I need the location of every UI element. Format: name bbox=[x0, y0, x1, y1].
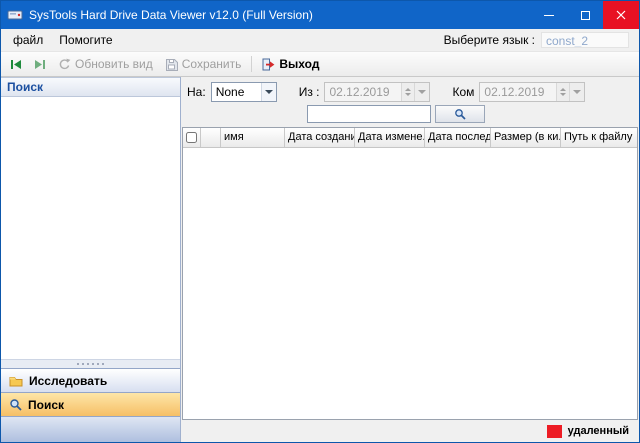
date-to-value: 02.12.2019 bbox=[484, 85, 545, 99]
magnifier-icon bbox=[455, 109, 466, 120]
select-all-cell bbox=[183, 128, 201, 147]
date-from-field[interactable]: 02.12.2019 bbox=[324, 82, 431, 102]
criteria-row-1: На: None Из : 02.12.2019 Ком 02.12.2019 bbox=[187, 81, 633, 103]
menu-file[interactable]: файл bbox=[5, 31, 51, 49]
maximize-button[interactable] bbox=[567, 1, 603, 29]
column-file-icon[interactable] bbox=[201, 128, 221, 147]
minimize-icon bbox=[544, 14, 554, 16]
filter-type-dropdown[interactable]: None bbox=[210, 82, 277, 102]
table-body[interactable] bbox=[183, 148, 637, 419]
language-select[interactable]: const_2 bbox=[541, 32, 629, 48]
column-size[interactable]: Размер (в ки... bbox=[491, 128, 561, 147]
exit-label: Выход bbox=[279, 57, 320, 71]
chevron-down-icon[interactable] bbox=[260, 83, 276, 101]
main-panel: На: None Из : 02.12.2019 Ком 02.12.2019 bbox=[181, 77, 639, 442]
toolbar-separator bbox=[251, 56, 253, 72]
search-nav-label: Поиск bbox=[28, 397, 65, 412]
column-name[interactable]: имя bbox=[221, 128, 285, 147]
select-all-checkbox[interactable] bbox=[186, 132, 197, 143]
titlebar: SysTools Hard Drive Data Viewer v12.0 (F… bbox=[1, 1, 639, 29]
close-icon bbox=[616, 10, 626, 20]
date-from-value: 02.12.2019 bbox=[329, 85, 390, 99]
minimize-button[interactable] bbox=[531, 1, 567, 29]
folder-icon bbox=[9, 376, 23, 386]
search-input[interactable] bbox=[307, 105, 431, 123]
app-icon bbox=[7, 7, 23, 23]
column-date-accessed[interactable]: Дата послед... bbox=[425, 128, 491, 147]
deleted-legend-swatch bbox=[546, 424, 562, 438]
save-icon bbox=[165, 58, 178, 71]
content-area: Поиск Исследовать Поиск На: None Из: 02… bbox=[1, 77, 639, 442]
search-criteria: На: None Из : 02.12.2019 Ком 02.12.2019 bbox=[181, 77, 639, 127]
date-from-label: Из : bbox=[298, 85, 320, 99]
refresh-icon bbox=[59, 58, 71, 69]
exit-icon bbox=[262, 58, 275, 70]
sidebar-footer bbox=[1, 416, 180, 442]
refresh-button[interactable]: Обновить вид bbox=[53, 55, 158, 73]
date-spinner-icon[interactable] bbox=[556, 83, 570, 101]
save-button[interactable]: Сохранить bbox=[160, 55, 247, 73]
sidebar-button-explore[interactable]: Исследовать bbox=[1, 368, 180, 392]
toolbar: Обновить вид Сохранить Выход bbox=[1, 51, 639, 77]
legend-bar: удаленный bbox=[181, 420, 639, 442]
table-header-row: имя Дата создания Дата измене... Дата по… bbox=[183, 128, 637, 148]
nav-last-icon bbox=[35, 59, 45, 69]
explore-label: Исследовать bbox=[29, 373, 108, 388]
nav-last-button[interactable] bbox=[29, 57, 51, 72]
sidebar-tree-panel[interactable] bbox=[1, 97, 180, 359]
column-file-path[interactable]: Путь к файлу bbox=[561, 128, 637, 147]
column-date-created[interactable]: Дата создания bbox=[285, 128, 355, 147]
date-to-field[interactable]: 02.12.2019 bbox=[479, 82, 586, 102]
search-icon bbox=[10, 399, 22, 411]
splitter-handle[interactable] bbox=[1, 359, 180, 368]
window-controls bbox=[531, 1, 639, 29]
maximize-icon bbox=[580, 10, 590, 20]
nav-first-button[interactable] bbox=[5, 57, 27, 72]
search-button[interactable] bbox=[435, 105, 485, 123]
nav-first-icon bbox=[11, 59, 21, 69]
results-table: имя Дата создания Дата измене... Дата по… bbox=[182, 127, 638, 420]
close-button[interactable] bbox=[603, 1, 639, 29]
calendar-dropdown-icon[interactable] bbox=[569, 83, 585, 101]
column-date-modified[interactable]: Дата измене... bbox=[355, 128, 425, 147]
refresh-label: Обновить вид bbox=[75, 57, 153, 71]
sidebar: Поиск Исследовать Поиск bbox=[1, 77, 181, 442]
deleted-legend-label: удаленный bbox=[567, 425, 629, 437]
menu-bar: файл Помогите Выберите язык : const_2 bbox=[1, 29, 639, 51]
sidebar-header: Поиск bbox=[1, 77, 180, 97]
exit-button[interactable]: Выход bbox=[257, 55, 324, 73]
window-title: SysTools Hard Drive Data Viewer v12.0 (F… bbox=[29, 8, 313, 22]
menu-help[interactable]: Помогите bbox=[51, 31, 120, 49]
app-window: SysTools Hard Drive Data Viewer v12.0 (F… bbox=[0, 0, 640, 443]
sidebar-button-search[interactable]: Поиск bbox=[1, 392, 180, 416]
filter-type-value: None bbox=[215, 85, 245, 99]
date-spinner-icon[interactable] bbox=[401, 83, 415, 101]
criteria-row-2 bbox=[187, 103, 633, 125]
date-to-label: Ком bbox=[452, 85, 475, 99]
language-label: Выберите язык : bbox=[443, 33, 535, 47]
calendar-dropdown-icon[interactable] bbox=[414, 83, 430, 101]
filter-type-label: На: bbox=[187, 85, 206, 99]
save-label: Сохранить bbox=[181, 57, 242, 71]
